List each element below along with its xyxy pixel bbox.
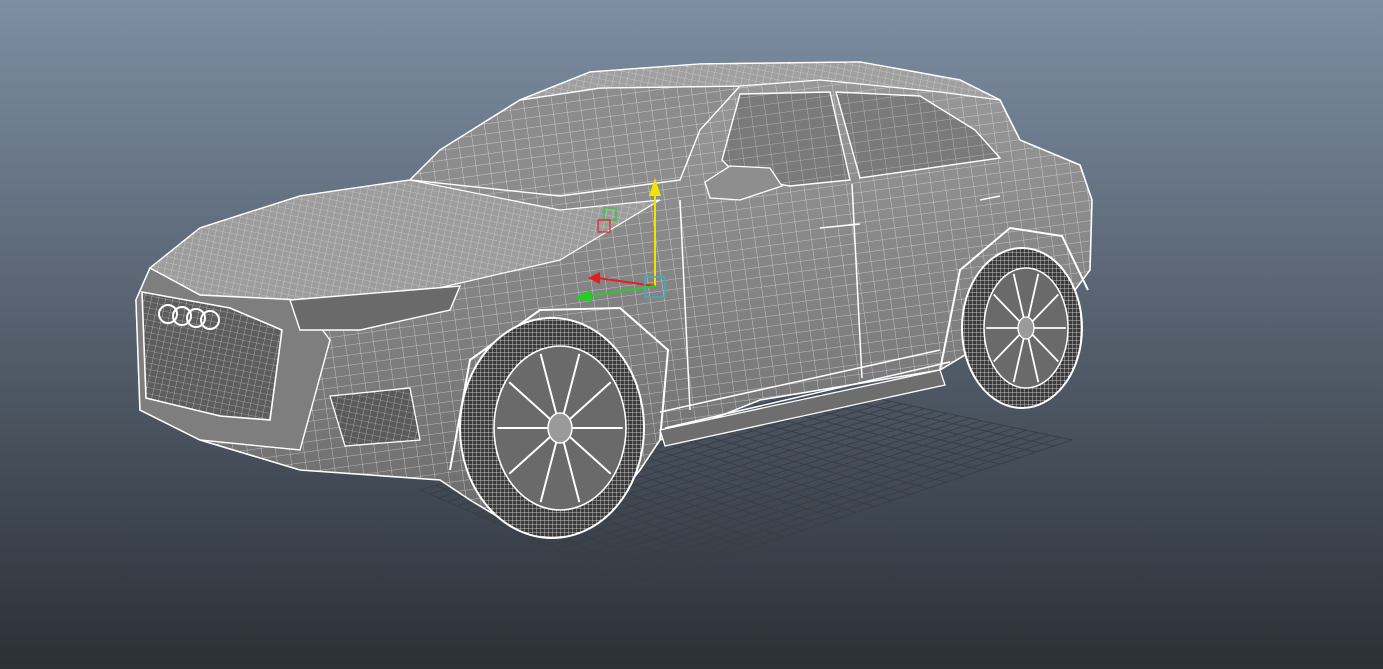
3d-viewport[interactable] — [0, 0, 1383, 669]
rear-wheel — [961, 247, 1083, 409]
viewport-canvas[interactable] — [0, 0, 1383, 669]
front-wheel — [459, 317, 645, 539]
fog-light-mesh — [330, 388, 420, 446]
